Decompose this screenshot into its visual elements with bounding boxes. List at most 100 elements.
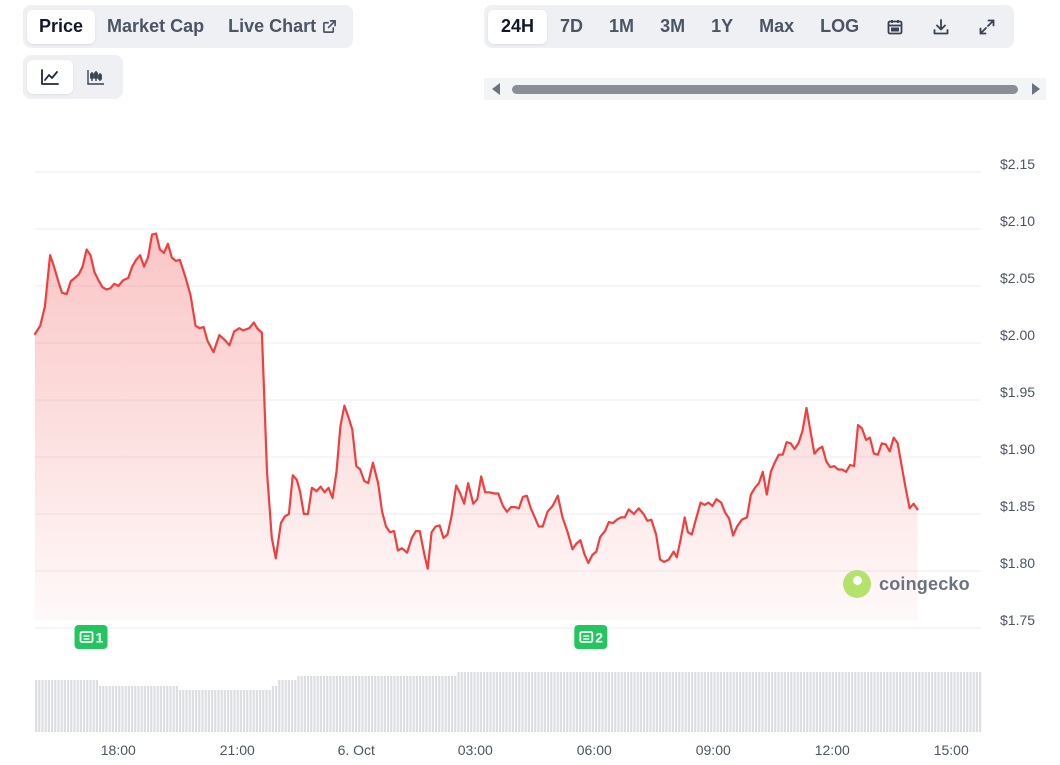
volume-bar — [719, 672, 722, 732]
volume-bar — [963, 672, 966, 732]
volume-bar — [806, 672, 809, 732]
volume-bar — [371, 676, 374, 732]
volume-bar — [851, 672, 854, 732]
volume-bar — [156, 686, 159, 732]
volume-bar — [137, 686, 140, 732]
volume-bar — [63, 680, 66, 732]
volume-bar — [428, 676, 431, 732]
volume-bar — [358, 676, 361, 732]
volume-bar — [412, 676, 415, 732]
volume-bar — [255, 690, 258, 732]
volume-bar — [361, 676, 364, 732]
volume-bar — [169, 686, 172, 732]
volume-bar — [723, 672, 726, 732]
volume-bar — [243, 690, 246, 732]
volume-bar — [83, 680, 86, 732]
x-tick-label: 18:00 — [101, 742, 136, 758]
volume-bar — [159, 686, 162, 732]
volume-bar — [121, 686, 124, 732]
news-event-marker[interactable]: 2 — [574, 625, 608, 649]
volume-bar — [467, 672, 470, 732]
volume-bar — [700, 672, 703, 732]
volume-bar — [419, 676, 422, 732]
volume-bar — [636, 672, 639, 732]
volume-bar — [108, 686, 111, 732]
volume-bar — [313, 676, 316, 732]
volume-bar — [457, 672, 460, 732]
volume-bar — [233, 690, 236, 732]
volume-bar — [927, 672, 930, 732]
volume-bar — [921, 672, 924, 732]
volume-bar — [134, 686, 137, 732]
volume-bar — [291, 680, 294, 732]
volume-bar — [649, 672, 652, 732]
volume-bar — [908, 672, 911, 732]
volume-bar — [54, 680, 57, 732]
volume-bar — [57, 680, 60, 732]
volume-bar — [627, 672, 630, 732]
volume-bars — [35, 672, 982, 732]
volume-bar — [38, 680, 41, 732]
volume-bar — [847, 672, 850, 732]
y-tick-label: $2.00 — [1000, 327, 1035, 343]
volume-bar — [185, 690, 188, 732]
x-tick-label: 06:00 — [577, 742, 612, 758]
volume-bar — [825, 672, 828, 732]
event-marker-label: 1 — [96, 630, 104, 646]
volume-bar — [595, 672, 598, 732]
volume-bar — [707, 672, 710, 732]
price-area-fill — [35, 233, 918, 620]
volume-bar — [41, 680, 44, 732]
volume-bar — [694, 672, 697, 732]
volume-bar — [611, 672, 614, 732]
volume-bar — [684, 672, 687, 732]
volume-bar — [470, 672, 473, 732]
volume-bar — [809, 672, 812, 732]
x-tick-label: 21:00 — [220, 742, 255, 758]
volume-bar — [623, 672, 626, 732]
volume-bar — [787, 672, 790, 732]
volume-bar — [403, 676, 406, 732]
volume-bar — [166, 686, 169, 732]
volume-bar — [918, 672, 921, 732]
volume-bar — [630, 672, 633, 732]
volume-bar — [854, 672, 857, 732]
volume-bar — [655, 672, 658, 732]
volume-bar — [79, 680, 82, 732]
volume-bar — [895, 672, 898, 732]
volume-bar — [249, 690, 252, 732]
volume-bar — [582, 672, 585, 732]
volume-bar — [780, 672, 783, 732]
volume-bar — [857, 672, 860, 732]
news-event-markers: 12 — [74, 625, 608, 649]
volume-bar — [89, 680, 92, 732]
newspaper-icon — [79, 631, 94, 643]
volume-bar — [271, 686, 274, 732]
news-event-marker[interactable]: 1 — [74, 625, 108, 649]
volume-bar — [697, 672, 700, 732]
volume-bar — [44, 680, 47, 732]
volume-bar — [246, 690, 249, 732]
volume-bar — [863, 672, 866, 732]
volume-bar — [793, 672, 796, 732]
volume-bar — [387, 676, 390, 732]
volume-bar — [687, 672, 690, 732]
volume-bar — [127, 686, 130, 732]
volume-bar — [422, 676, 425, 732]
volume-bar — [675, 672, 678, 732]
volume-bar — [150, 686, 153, 732]
volume-bar — [377, 676, 380, 732]
volume-bar — [876, 672, 879, 732]
volume-bar — [396, 676, 399, 732]
volume-bar — [729, 672, 732, 732]
volume-bar — [841, 672, 844, 732]
volume-bar — [835, 672, 838, 732]
volume-bar — [745, 672, 748, 732]
volume-bar — [236, 690, 239, 732]
volume-bar — [60, 680, 63, 732]
volume-bar — [678, 672, 681, 732]
gecko-logo-icon — [843, 570, 871, 598]
price-chart[interactable]: $2.15 $2.10 $2.05 $2.00 $1.95 $1.90 $1.85 $1.80… — [0, 0, 1060, 765]
volume-bar — [591, 672, 594, 732]
volume-bar — [115, 686, 118, 732]
